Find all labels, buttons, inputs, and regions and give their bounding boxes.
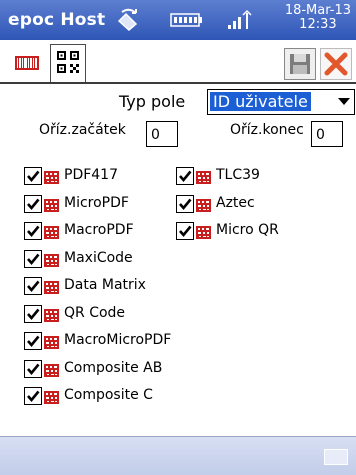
barcode-2d-icon: [44, 307, 59, 322]
checkbox[interactable]: [176, 222, 194, 240]
date-text: 18-Mar-13: [284, 3, 351, 18]
checkmark-icon: [27, 308, 40, 321]
barcode-icon: [15, 56, 39, 70]
checkmark-icon: [27, 198, 40, 211]
checkmark-icon: [179, 170, 192, 183]
symbology-label: MicroPDF: [64, 195, 129, 211]
barcode-2d-icon: [44, 169, 59, 184]
title-bar: epoc Host 18-Mar-13 12:33: [0, 0, 356, 40]
close-icon: [324, 52, 348, 76]
checkbox[interactable]: [24, 250, 42, 268]
floppy-icon: [290, 54, 310, 74]
checkmark-icon: [27, 280, 40, 293]
barcode-2d-icon: [44, 197, 59, 212]
symbology-label: Data Matrix: [64, 277, 146, 293]
checkmark-icon: [27, 363, 40, 376]
trim-start-label: Oříz.začátek: [39, 122, 126, 138]
checkmark-icon: [27, 253, 40, 266]
barcode-1d-tab[interactable]: [12, 50, 42, 76]
chevron-down-icon[interactable]: [338, 98, 350, 105]
symbology-label: TLC39: [216, 167, 260, 183]
barcode-2d-icon: [44, 252, 59, 267]
close-button[interactable]: [320, 48, 352, 80]
checkbox[interactable]: [24, 332, 42, 350]
barcode-2d-icon: [196, 197, 211, 212]
app-title: epoc Host: [8, 10, 106, 30]
checkbox[interactable]: [176, 195, 194, 213]
checkmark-icon: [27, 335, 40, 348]
trim-end-label: Oříz.konec: [230, 122, 304, 138]
clock[interactable]: 18-Mar-13 12:33: [285, 4, 351, 32]
checkbox[interactable]: [24, 195, 42, 213]
checkbox[interactable]: [24, 305, 42, 323]
toolbar-divider: [0, 82, 356, 84]
checkmark-icon: [27, 225, 40, 238]
symbology-label: MacroPDF: [64, 222, 134, 238]
checkmark-icon: [179, 198, 192, 211]
trim-end-input[interactable]: 0: [311, 121, 343, 147]
checkbox[interactable]: [176, 167, 194, 185]
checkbox[interactable]: [24, 167, 42, 185]
time-text: 12:33: [299, 17, 337, 32]
barcode-2d-icon: [196, 169, 211, 184]
qr-code-icon: [57, 51, 79, 73]
barcode-2d-icon: [44, 279, 59, 294]
sync-icon[interactable]: [116, 8, 142, 36]
barcode-2d-icon: [196, 224, 211, 239]
symbology-label: Micro QR: [216, 222, 279, 238]
trim-start-value: 0: [151, 127, 160, 143]
trim-end-value: 0: [316, 127, 325, 143]
trim-start-input[interactable]: 0: [146, 121, 178, 147]
keyboard-icon[interactable]: [324, 449, 348, 465]
checkmark-icon: [179, 225, 192, 238]
checkbox[interactable]: [24, 387, 42, 405]
barcode-2d-icon: [44, 389, 59, 404]
barcode-2d-icon: [44, 224, 59, 239]
bottom-menu-bar: [0, 436, 356, 475]
checkbox[interactable]: [24, 222, 42, 240]
symbology-label: Aztec: [216, 195, 255, 211]
checkmark-icon: [27, 390, 40, 403]
barcode-2d-icon: [44, 362, 59, 377]
symbology-label: QR Code: [64, 305, 126, 321]
checkbox[interactable]: [24, 360, 42, 378]
field-type-label: Typ pole: [119, 92, 186, 111]
symbology-label: MaxiCode: [64, 250, 133, 266]
symbology-label: Composite AB: [64, 360, 163, 376]
symbology-label: MacroMicroPDF: [64, 332, 172, 348]
symbology-label: PDF417: [64, 167, 118, 183]
symbology-label: Composite C: [64, 387, 153, 403]
signal-icon[interactable]: [226, 9, 256, 35]
save-button[interactable]: [284, 48, 316, 80]
checkbox[interactable]: [24, 277, 42, 295]
barcode-2d-icon: [44, 334, 59, 349]
battery-icon[interactable]: [170, 12, 204, 32]
checkmark-icon: [27, 170, 40, 183]
field-type-value: ID uživatele: [210, 92, 311, 111]
field-type-select[interactable]: ID uživatele: [207, 89, 355, 115]
qr-code-tab[interactable]: [50, 44, 86, 83]
